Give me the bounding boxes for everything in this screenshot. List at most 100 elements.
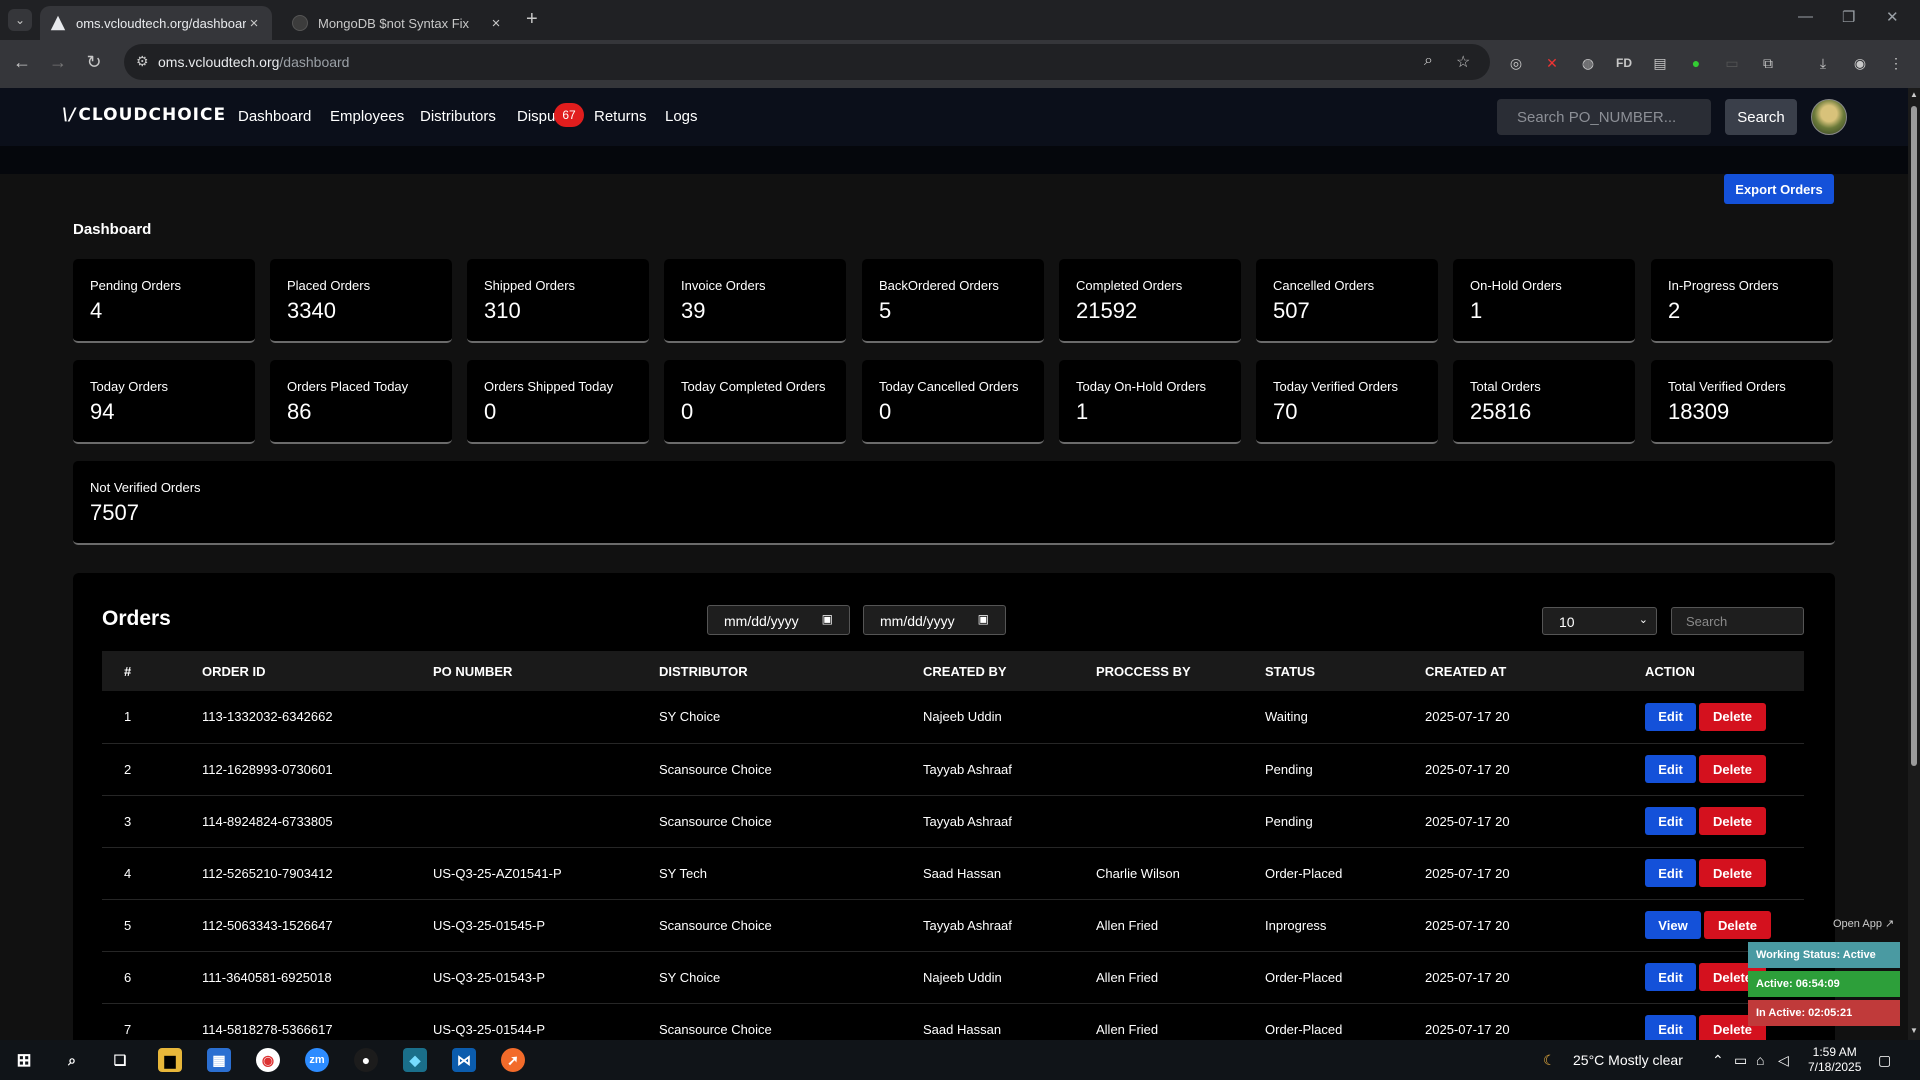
status-cell: Order-Placed [1265, 865, 1343, 881]
store-icon[interactable]: ▦ [207, 1048, 231, 1072]
restore-icon[interactable]: ❐ [1842, 8, 1855, 26]
cloudchoice-logo[interactable]: \/CLOUDCHOICE [62, 105, 226, 125]
extension-image-icon[interactable]: ▤ [1650, 53, 1670, 73]
orders-table-body: 1 113-1332032-6342662 SY Choice Najeeb Uddi… [102, 691, 1804, 1040]
nav-disputes-link[interactable]: Dispu [517, 108, 555, 125]
distributor-cell: SY Choice [659, 709, 721, 725]
row-number: 1 [124, 709, 132, 725]
nav-dashboard-link[interactable]: Dashboard [238, 108, 311, 125]
minimize-icon[interactable]: — [1798, 8, 1813, 25]
open-app-link[interactable]: Open App ↗ [1833, 917, 1894, 930]
nav-returns-link[interactable]: Returns [594, 108, 647, 125]
date-from-input[interactable]: mm/dd/yyyy ▣ [707, 605, 850, 635]
close-tab-icon[interactable]: × [246, 15, 262, 32]
notification-icon[interactable]: ▢ [1878, 1052, 1891, 1069]
vscode-icon[interactable]: ⋈ [452, 1048, 476, 1072]
zoom-icon[interactable]: ⌕ [1424, 52, 1433, 70]
task-view-icon[interactable]: ❏ [108, 1048, 132, 1072]
search-icon[interactable]: ⌕ [60, 1048, 84, 1072]
export-orders-button[interactable]: Export Orders [1724, 174, 1834, 204]
edit-button[interactable]: Edit [1645, 807, 1696, 835]
orders-search-input[interactable] [1671, 607, 1804, 635]
delete-button[interactable]: Delete [1704, 911, 1771, 939]
edit-button[interactable]: Edit [1645, 755, 1696, 783]
browser-menu-icon[interactable]: ⋮ [1886, 53, 1906, 73]
address-bar[interactable]: ⚙ oms.vcloudtech.org/dashboard ⌕ ☆ [124, 44, 1490, 80]
po-number-search-input[interactable] [1497, 99, 1711, 135]
close-window-icon[interactable]: ✕ [1886, 8, 1899, 26]
process-by-cell [1096, 691, 1265, 743]
tab-dashboard[interactable]: oms.vcloudtech.org/dashboard × [40, 6, 272, 40]
edit-button[interactable]: Edit [1645, 1015, 1696, 1040]
site-info-icon[interactable]: ⚙ [136, 53, 149, 70]
volume-icon[interactable]: ◁ [1778, 1052, 1789, 1069]
delete-button[interactable]: Delete [1699, 807, 1766, 835]
extension-dark-icon[interactable]: ▭ [1722, 53, 1742, 73]
table-header-row: # ORDER ID PO NUMBER DISTRIBUTOR CREATED… [102, 651, 1804, 691]
edit-button[interactable]: Edit [1645, 963, 1696, 991]
calendar-icon[interactable]: ▣ [822, 612, 833, 626]
forward-arrow-icon[interactable]: → [46, 52, 70, 73]
col-header-process-by: PROCCESS BY [1096, 663, 1191, 679]
edit-button[interactable]: Edit [1645, 859, 1696, 887]
extensions-puzzle-icon[interactable]: ⧉ [1758, 53, 1778, 73]
created-at-cell: 2025-07-17 20 [1425, 761, 1510, 777]
chrome-icon[interactable]: ◉ [256, 1048, 280, 1072]
stat-card-total-orders: Total Orders 25816 [1453, 360, 1635, 444]
distributor-cell: Scansource Choice [659, 1021, 772, 1037]
stat-card-verified-today: Today Verified Orders 70 [1256, 360, 1438, 444]
view-button[interactable]: View [1645, 911, 1701, 939]
file-explorer-icon[interactable]: ▆ [158, 1048, 182, 1072]
scroll-up-icon[interactable]: ▲ [1910, 90, 1918, 99]
weather-text[interactable]: 25°C Mostly clear [1573, 1052, 1683, 1068]
delete-button[interactable]: Delete [1699, 755, 1766, 783]
status-cell: Waiting [1265, 709, 1308, 725]
taskbar-clock[interactable]: 1:59 AM 7/18/2025 [1808, 1045, 1861, 1075]
stat-card-invoice: Invoice Orders 39 [664, 259, 846, 343]
stat-card-completed-today: Today Completed Orders 0 [664, 360, 846, 444]
back-arrow-icon[interactable]: ← [10, 52, 34, 73]
edit-button[interactable]: Edit [1645, 702, 1696, 731]
app-teal-icon[interactable]: ◆ [403, 1048, 427, 1072]
app-dark-circle-icon[interactable]: ● [354, 1048, 378, 1072]
table-row: 1 113-1332032-6342662 SY Choice Najeeb Uddi… [102, 691, 1804, 743]
tray-chevron-icon[interactable]: ⌃ [1712, 1052, 1724, 1069]
calendar-icon[interactable]: ▣ [978, 612, 989, 626]
tab-search-button[interactable]: ⌄ [8, 9, 32, 31]
postman-icon[interactable]: ➚ [501, 1048, 525, 1072]
nav-distributors-link[interactable]: Distributors [420, 108, 496, 125]
orders-table: # ORDER ID PO NUMBER DISTRIBUTOR CREATED… [102, 651, 1804, 1040]
new-tab-plus-icon[interactable]: + [526, 8, 538, 31]
delete-button[interactable]: Delete [1699, 702, 1766, 731]
download-icon[interactable]: ⤓ [1813, 53, 1833, 73]
profile-icon[interactable]: ◉ [1850, 53, 1870, 73]
po-search-button[interactable]: Search [1725, 99, 1797, 135]
delete-button[interactable]: Delete [1699, 859, 1766, 887]
extension-x-icon[interactable]: ✕ [1542, 53, 1562, 73]
scrollbar-thumb[interactable] [1911, 106, 1917, 766]
page-size-select[interactable]: 10 ⌄ [1542, 607, 1657, 635]
page-scrollbar[interactable]: ▲ ▼ [1908, 88, 1920, 1040]
nav-logs-link[interactable]: Logs [665, 108, 698, 125]
reload-icon[interactable]: ↻ [82, 52, 106, 73]
main-content: Export Orders Dashboard Pending Orders 4 … [0, 174, 1908, 1040]
created-at-cell: 2025-07-17 20 [1425, 865, 1510, 881]
extension-fd-icon[interactable]: FD [1614, 53, 1634, 73]
tab-mongodb[interactable]: MongoDB $not Syntax Fix × [282, 6, 514, 40]
extension-globe-icon[interactable]: ◍ [1578, 53, 1598, 73]
close-tab-icon[interactable]: × [488, 15, 504, 32]
battery-icon[interactable]: ▭ [1734, 1052, 1747, 1069]
extension-green-icon[interactable]: ● [1686, 53, 1706, 73]
zoom-app-icon[interactable]: zm [305, 1048, 329, 1072]
date-to-input[interactable]: mm/dd/yyyy ▣ [863, 605, 1006, 635]
created-by-cell: Najeeb Uddin [923, 709, 1002, 725]
stat-card-in-progress: In-Progress Orders 2 [1651, 259, 1833, 343]
windows-start-icon[interactable]: ⊞ [12, 1048, 36, 1072]
nav-employees-link[interactable]: Employees [330, 108, 404, 125]
extension-glasses-icon[interactable]: ◎ [1506, 53, 1526, 73]
weather-icon[interactable]: ☾ [1543, 1052, 1556, 1069]
user-avatar[interactable] [1811, 99, 1847, 135]
network-icon[interactable]: ⌂ [1756, 1052, 1764, 1068]
scroll-down-icon[interactable]: ▼ [1910, 1026, 1918, 1035]
bookmark-star-icon[interactable]: ☆ [1456, 52, 1470, 72]
